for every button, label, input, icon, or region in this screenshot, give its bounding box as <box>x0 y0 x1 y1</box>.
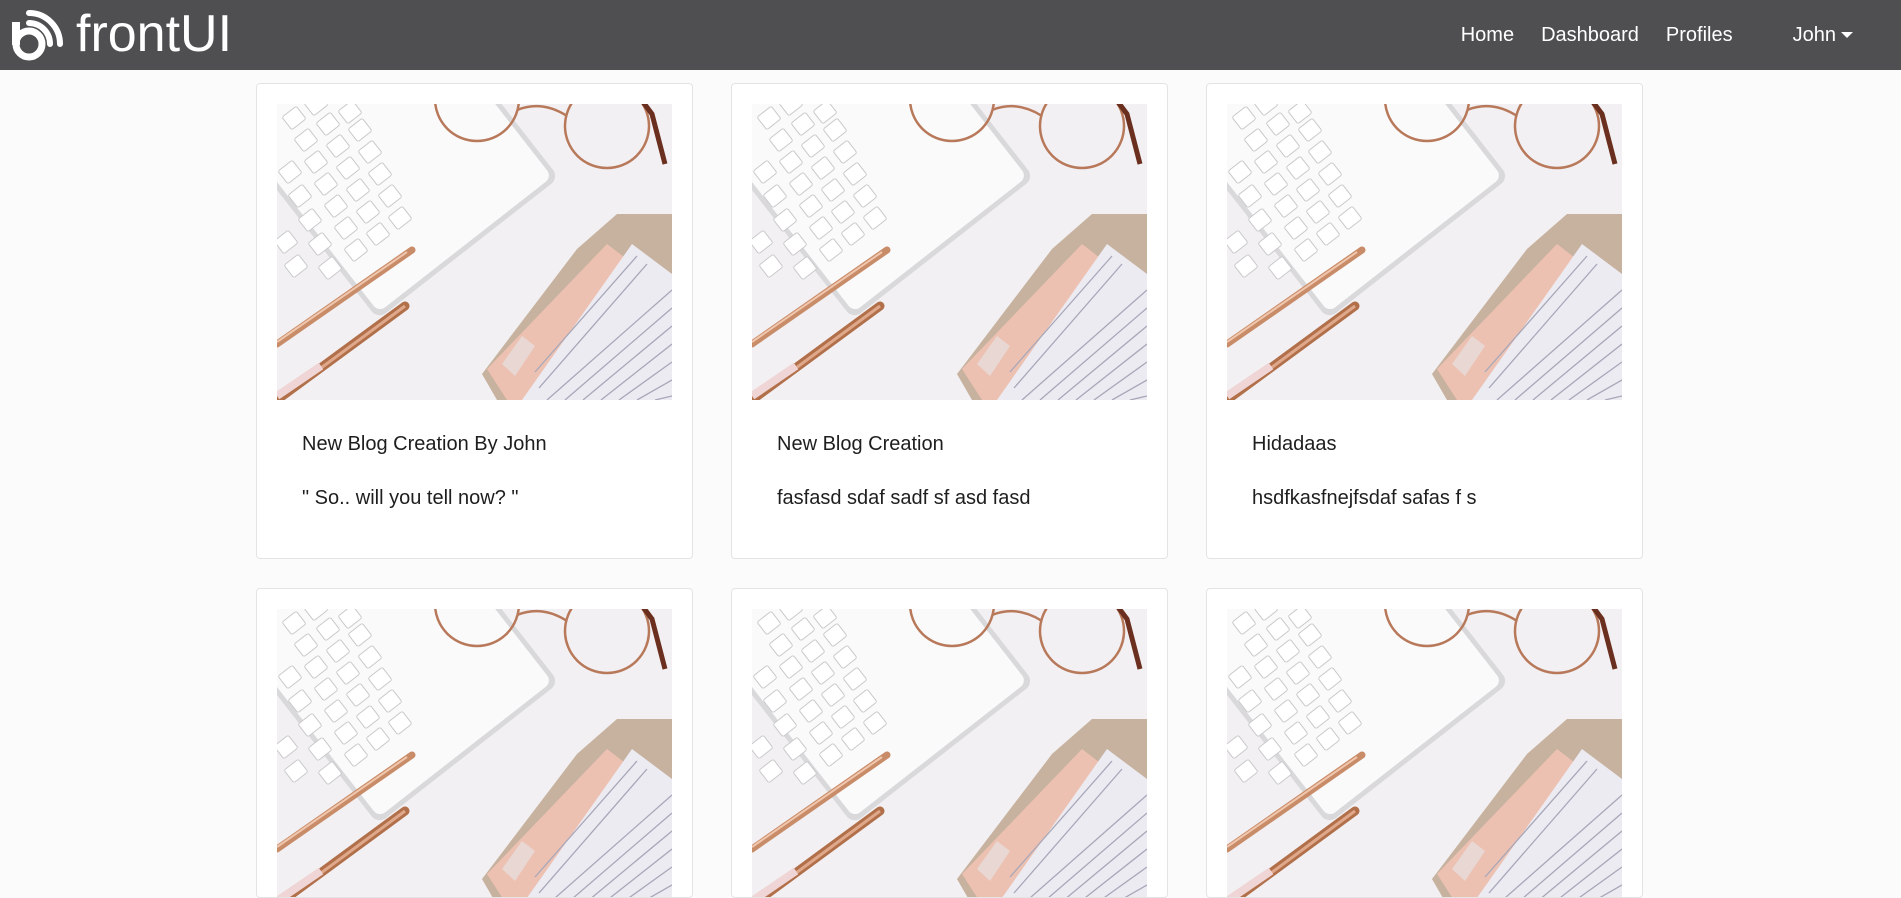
blog-card[interactable]: New Blog Creation fasfasd sdaf sadf sf a… <box>731 83 1168 559</box>
blog-card-text: " So.. will you tell now? " <box>302 487 519 509</box>
blog-card[interactable] <box>731 588 1168 898</box>
brand-link[interactable]: frontUI <box>12 4 232 64</box>
blog-card[interactable] <box>1206 588 1643 898</box>
user-name: John <box>1792 23 1836 46</box>
blog-card-image <box>1227 609 1622 897</box>
nav-profiles-link[interactable]: Profiles <box>1666 24 1733 47</box>
user-menu-toggle[interactable]: John <box>1793 24 1853 47</box>
blog-card[interactable] <box>256 588 693 898</box>
nav-dashboard-link[interactable]: Dashboard <box>1541 24 1639 47</box>
top-navbar: frontUI Home Dashboard Profiles John <box>0 0 1901 70</box>
blog-card-title: New Blog Creation <box>777 433 944 455</box>
blog-card-title: New Blog Creation By John <box>302 433 547 455</box>
brand-name: frontUI <box>76 5 233 63</box>
blog-card-image <box>277 609 672 897</box>
wifi-logo-icon <box>12 10 63 61</box>
blog-card-image <box>277 104 672 400</box>
blog-card-image <box>1227 104 1622 400</box>
blog-card-text: hsdfkasfnejfsdaf safas f s <box>1252 487 1477 509</box>
caret-down-icon <box>1841 32 1853 38</box>
blog-card-image <box>752 609 1147 897</box>
blog-card-text: fasfasd sdaf sadf sf asd fasd <box>777 487 1031 509</box>
blog-card-image <box>752 104 1147 400</box>
nav-links: Home Dashboard Profiles John <box>1434 0 1901 70</box>
nav-home-link[interactable]: Home <box>1461 24 1514 47</box>
blog-card[interactable]: Hidadaas hsdfkasfnejfsdaf safas f s <box>1206 83 1643 559</box>
blog-card-title: Hidadaas <box>1252 433 1337 455</box>
blog-card[interactable]: New Blog Creation By John " So.. will yo… <box>256 83 693 559</box>
